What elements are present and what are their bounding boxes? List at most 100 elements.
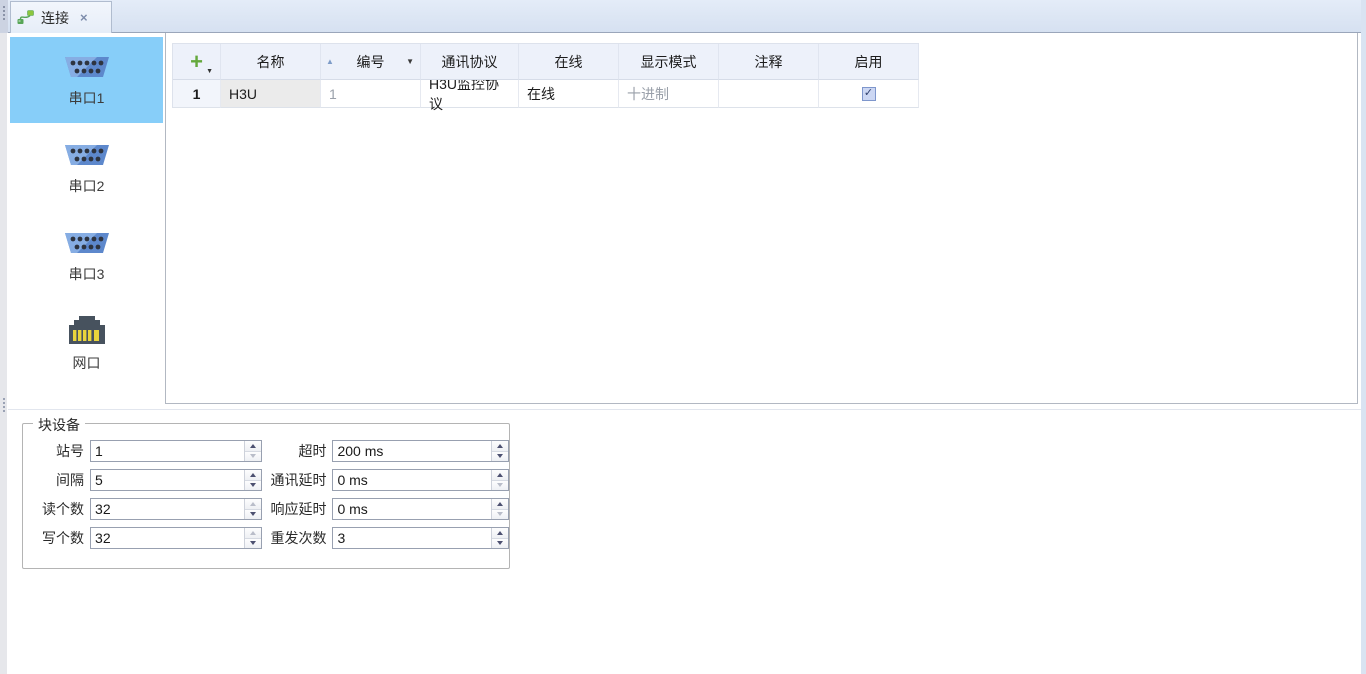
spin-up-button[interactable] [492,470,508,481]
port-sidebar: 串口1 串口2 [10,33,163,406]
cell-display-mode[interactable]: 十进制 [619,80,719,108]
sidebar-item-serial-port-3[interactable]: 串口3 [10,213,163,299]
form-row: 读个数 响应延时 [23,498,509,520]
read-count-spinner [244,499,261,519]
col-header-display-mode[interactable]: 显示模式 [619,44,719,80]
sidebar-item-serial-port-2[interactable]: 串口2 [10,125,163,211]
right-dock-strip [1361,0,1366,674]
col-header-online[interactable]: 在线 [519,44,619,80]
interval-field [90,469,262,491]
sidebar-item-serial-port-1[interactable]: 串口1 [10,37,163,123]
spin-down-button[interactable] [245,481,261,491]
response-delay-field [332,498,509,520]
spin-down-button[interactable] [245,510,261,520]
cell-enabled: ✓ [819,80,919,108]
sidebar-item-ethernet-port[interactable]: 网口 [10,301,163,387]
col-header-number[interactable]: ▲ 编号 ▼ [321,44,421,80]
spin-down-button[interactable] [245,539,261,549]
timeout-input[interactable] [332,440,509,462]
station-input[interactable] [90,440,262,462]
spin-up-button[interactable] [492,528,508,539]
ethernet-port-icon [66,315,108,345]
col-header-protocol[interactable]: 通讯协议 [421,44,519,80]
col-header-label: 启用 [855,52,883,72]
spin-up-button[interactable] [245,470,261,481]
col-header-label: 注释 [755,52,783,72]
connection-table-panel: + ▼ 名称 ▲ 编号 ▼ 通讯协议 在线 显示模式 注释 [165,33,1358,404]
comm-delay-input[interactable] [332,469,509,491]
interval-label: 间隔 [35,470,84,490]
tab-connection[interactable]: 连接 × [10,1,112,33]
enabled-checkbox[interactable]: ✓ [862,87,876,101]
check-icon: ✓ [864,88,873,99]
col-header-label: 显示模式 [641,52,697,72]
cell-name[interactable]: H3U [221,80,321,108]
filter-dropdown-icon[interactable]: ▼ [406,57,414,66]
write-count-field [90,527,262,549]
comm-delay-spinner [491,470,508,490]
col-header-label: 编号 [357,52,385,72]
add-row-button[interactable]: + [190,52,203,72]
serial-port-icon [64,141,110,168]
spin-down-button[interactable] [492,510,508,520]
dock-grip-handle[interactable] [3,6,5,20]
spin-up-button[interactable] [492,499,508,510]
col-header-comment[interactable]: 注释 [719,44,819,80]
sidebar-item-label: 串口3 [69,264,105,284]
col-header-label: 在线 [555,52,583,72]
application-window: 连接 × 串口1 [0,0,1366,674]
response-delay-label: 响应延时 [266,499,327,519]
retry-count-input[interactable] [332,527,509,549]
spin-down-button[interactable] [245,452,261,462]
cell-online[interactable]: 在线 [519,80,619,108]
interval-input[interactable] [90,469,262,491]
block-device-panel: 块设备 站号 超时 [8,409,1361,674]
cell-number[interactable]: 1 [321,80,421,108]
response-delay-input[interactable] [332,498,509,520]
dock-grip-handle[interactable] [3,398,5,412]
connection-icon [17,10,34,25]
block-device-groupbox: 块设备 站号 超时 [22,423,510,569]
write-count-spinner [244,528,261,548]
read-count-input[interactable] [90,498,262,520]
serial-port-icon [64,229,110,256]
row-index-cell[interactable]: 1 [173,80,221,108]
form-row: 站号 超时 [23,440,509,462]
spin-down-button[interactable] [492,452,508,462]
block-device-form: 站号 超时 [23,440,509,556]
read-count-label: 读个数 [35,499,84,519]
sidebar-item-label: 串口2 [69,176,105,196]
station-label: 站号 [35,441,84,461]
station-field [90,440,262,462]
cell-protocol[interactable]: H3U监控协议 [421,80,519,108]
timeout-label: 超时 [266,441,327,461]
retry-count-label: 重发次数 [266,528,327,548]
spin-up-button[interactable] [245,528,261,539]
cell-comment[interactable] [719,80,819,108]
comm-delay-field [332,469,509,491]
groupbox-title: 块设备 [33,415,85,435]
response-delay-spinner [491,499,508,519]
spin-down-button[interactable] [492,539,508,549]
spin-up-button[interactable] [245,499,261,510]
form-row: 写个数 重发次数 [23,527,509,549]
close-icon[interactable]: × [80,10,88,25]
retry-count-spinner [491,528,508,548]
spin-up-button[interactable] [245,441,261,452]
tab-label: 连接 [41,8,69,28]
write-count-input[interactable] [90,527,262,549]
sidebar-item-label: 串口1 [69,88,105,108]
col-header-enabled[interactable]: 启用 [819,44,919,80]
timeout-field [332,440,509,462]
left-dock-strip [0,0,8,674]
col-header-label: 名称 [257,52,285,72]
document-tab-bar: 连接 × [8,0,1361,33]
sort-ascending-icon[interactable]: ▲ [326,57,334,66]
comm-delay-label: 通讯延时 [266,470,327,490]
add-row-header-cell: + ▼ [173,44,221,80]
spin-up-button[interactable] [492,441,508,452]
spin-down-button[interactable] [492,481,508,491]
station-spinner [244,441,261,461]
add-menu-dropdown-icon[interactable]: ▼ [206,68,213,75]
col-header-name[interactable]: 名称 [221,44,321,80]
